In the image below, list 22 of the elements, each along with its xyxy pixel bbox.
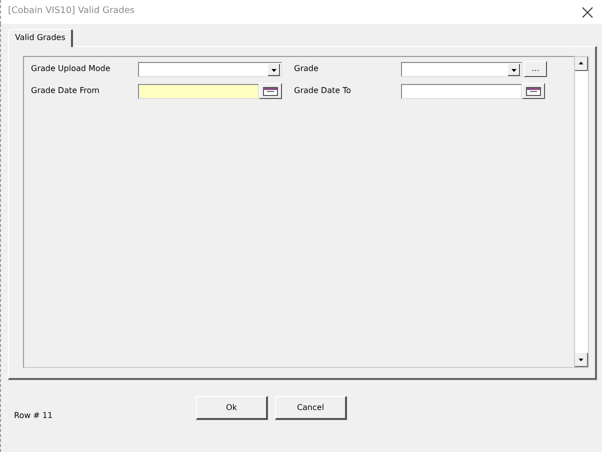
- close-icon[interactable]: [582, 6, 593, 18]
- tab[interactable]: Valid Grades: [8, 29, 74, 47]
- scroll-up-icon[interactable]: [575, 57, 588, 71]
- row-number-label: Row # 11: [14, 410, 54, 422]
- dialog-button[interactable]: Cancel: [275, 396, 347, 420]
- dropdown[interactable]: [138, 62, 282, 76]
- date-field[interactable]: [401, 84, 522, 98]
- field-label: Grade: [294, 63, 320, 75]
- calendar-icon: [263, 86, 278, 96]
- dropdown[interactable]: [401, 62, 522, 76]
- field-label: Grade Date To: [294, 85, 352, 97]
- browse-button[interactable]: ...: [524, 61, 547, 77]
- calendar-button[interactable]: [259, 83, 282, 99]
- window-title: [Cobain VIS10] Valid Grades: [8, 5, 136, 18]
- scrollbar[interactable]: [574, 56, 589, 368]
- calendar-icon: [526, 86, 541, 96]
- calendar-button[interactable]: [522, 83, 545, 99]
- date-field[interactable]: [138, 84, 259, 98]
- scroll-down-icon[interactable]: [575, 353, 588, 367]
- field-label: Grade Date From: [31, 85, 100, 97]
- dialog-button[interactable]: Ok: [196, 396, 268, 420]
- field-label: Grade Upload Mode: [31, 63, 112, 75]
